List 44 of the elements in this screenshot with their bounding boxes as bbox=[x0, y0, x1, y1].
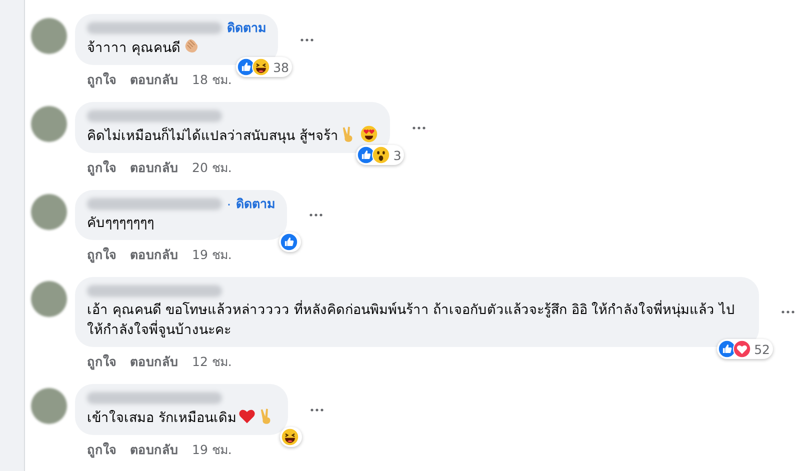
avatar-photo[interactable] bbox=[31, 281, 67, 317]
reaction-summary[interactable]: 3 bbox=[356, 145, 404, 165]
comment-time[interactable]: 19 ชม. bbox=[192, 245, 232, 265]
like-button[interactable]: ถูกใจ bbox=[87, 352, 116, 372]
heart-icon bbox=[238, 407, 256, 425]
comment-time[interactable]: 18 ชม. bbox=[192, 70, 232, 90]
laughing-face-icon bbox=[281, 428, 300, 446]
more-options-icon bbox=[412, 126, 426, 130]
heart-reaction-icon bbox=[733, 340, 752, 358]
like-reaction-icon bbox=[280, 233, 298, 251]
comment-time[interactable]: 19 ชม. bbox=[192, 440, 232, 460]
reply-button[interactable]: ตอบกลับ bbox=[130, 352, 178, 372]
like-button[interactable]: ถูกใจ bbox=[87, 245, 116, 265]
comment-text: คับๆๆๆๆๆๆๆ bbox=[87, 214, 155, 233]
more-options-icon bbox=[308, 213, 323, 217]
avatar-photo[interactable] bbox=[31, 106, 67, 142]
reply-button[interactable]: ตอบกลับ bbox=[130, 70, 178, 90]
separator-dot: · bbox=[227, 196, 231, 212]
comment-text: เอ้า คุณคนดี ขอโทษแล้วหล่าวววว ที่หลังคิดก่อนพิมพ์นร้าา ถ้าเจอกับตัวแล้วจะรู้สึก อิอิ ให้กำลังใจพี่หนุ่มแล้ว ไปให้กำลังใจพี่จูนบ้างนะคะ bbox=[87, 300, 736, 340]
comment-text: จ้าาาา คุณคนดี bbox=[87, 37, 266, 58]
follow-link[interactable]: ดิดตาม bbox=[227, 18, 266, 38]
laughing-face-icon bbox=[252, 58, 270, 76]
like-button[interactable]: ถูกใจ bbox=[87, 70, 116, 90]
heart-eyes-face-icon bbox=[360, 125, 378, 143]
comment-text: คิดไม่เหมือนก็ไม่ได้แปลว่าสนับสนุน สู้ฯจร้า bbox=[87, 125, 378, 146]
avatar-photo[interactable] bbox=[31, 18, 67, 54]
reaction-summary[interactable]: 38 bbox=[236, 57, 292, 77]
more-options-icon bbox=[300, 38, 314, 42]
comment-text: เข้าใจเสมอ รักเหมือนเดิม bbox=[87, 407, 276, 428]
more-options-icon bbox=[310, 408, 324, 412]
like-button[interactable]: ถูกใจ bbox=[87, 158, 116, 178]
avatar-photo[interactable] bbox=[31, 388, 67, 424]
avatar-photo[interactable] bbox=[31, 194, 67, 230]
reaction-summary[interactable]: 52 bbox=[717, 339, 773, 359]
reply-button[interactable]: ตอบกลับ bbox=[130, 245, 178, 265]
more-options-icon bbox=[781, 310, 795, 314]
surprised-face-icon bbox=[372, 146, 390, 164]
comment-time[interactable]: 20 ชม. bbox=[192, 158, 232, 178]
follow-link[interactable]: ดิดตาม bbox=[236, 194, 275, 214]
reply-button[interactable]: ตอบกลับ bbox=[130, 158, 178, 178]
like-button[interactable]: ถูกใจ bbox=[87, 440, 116, 460]
comment-time[interactable]: 12 ชม. bbox=[192, 352, 232, 372]
reaction-summary[interactable] bbox=[280, 427, 302, 447]
reply-button[interactable]: ตอบกลับ bbox=[130, 440, 178, 460]
